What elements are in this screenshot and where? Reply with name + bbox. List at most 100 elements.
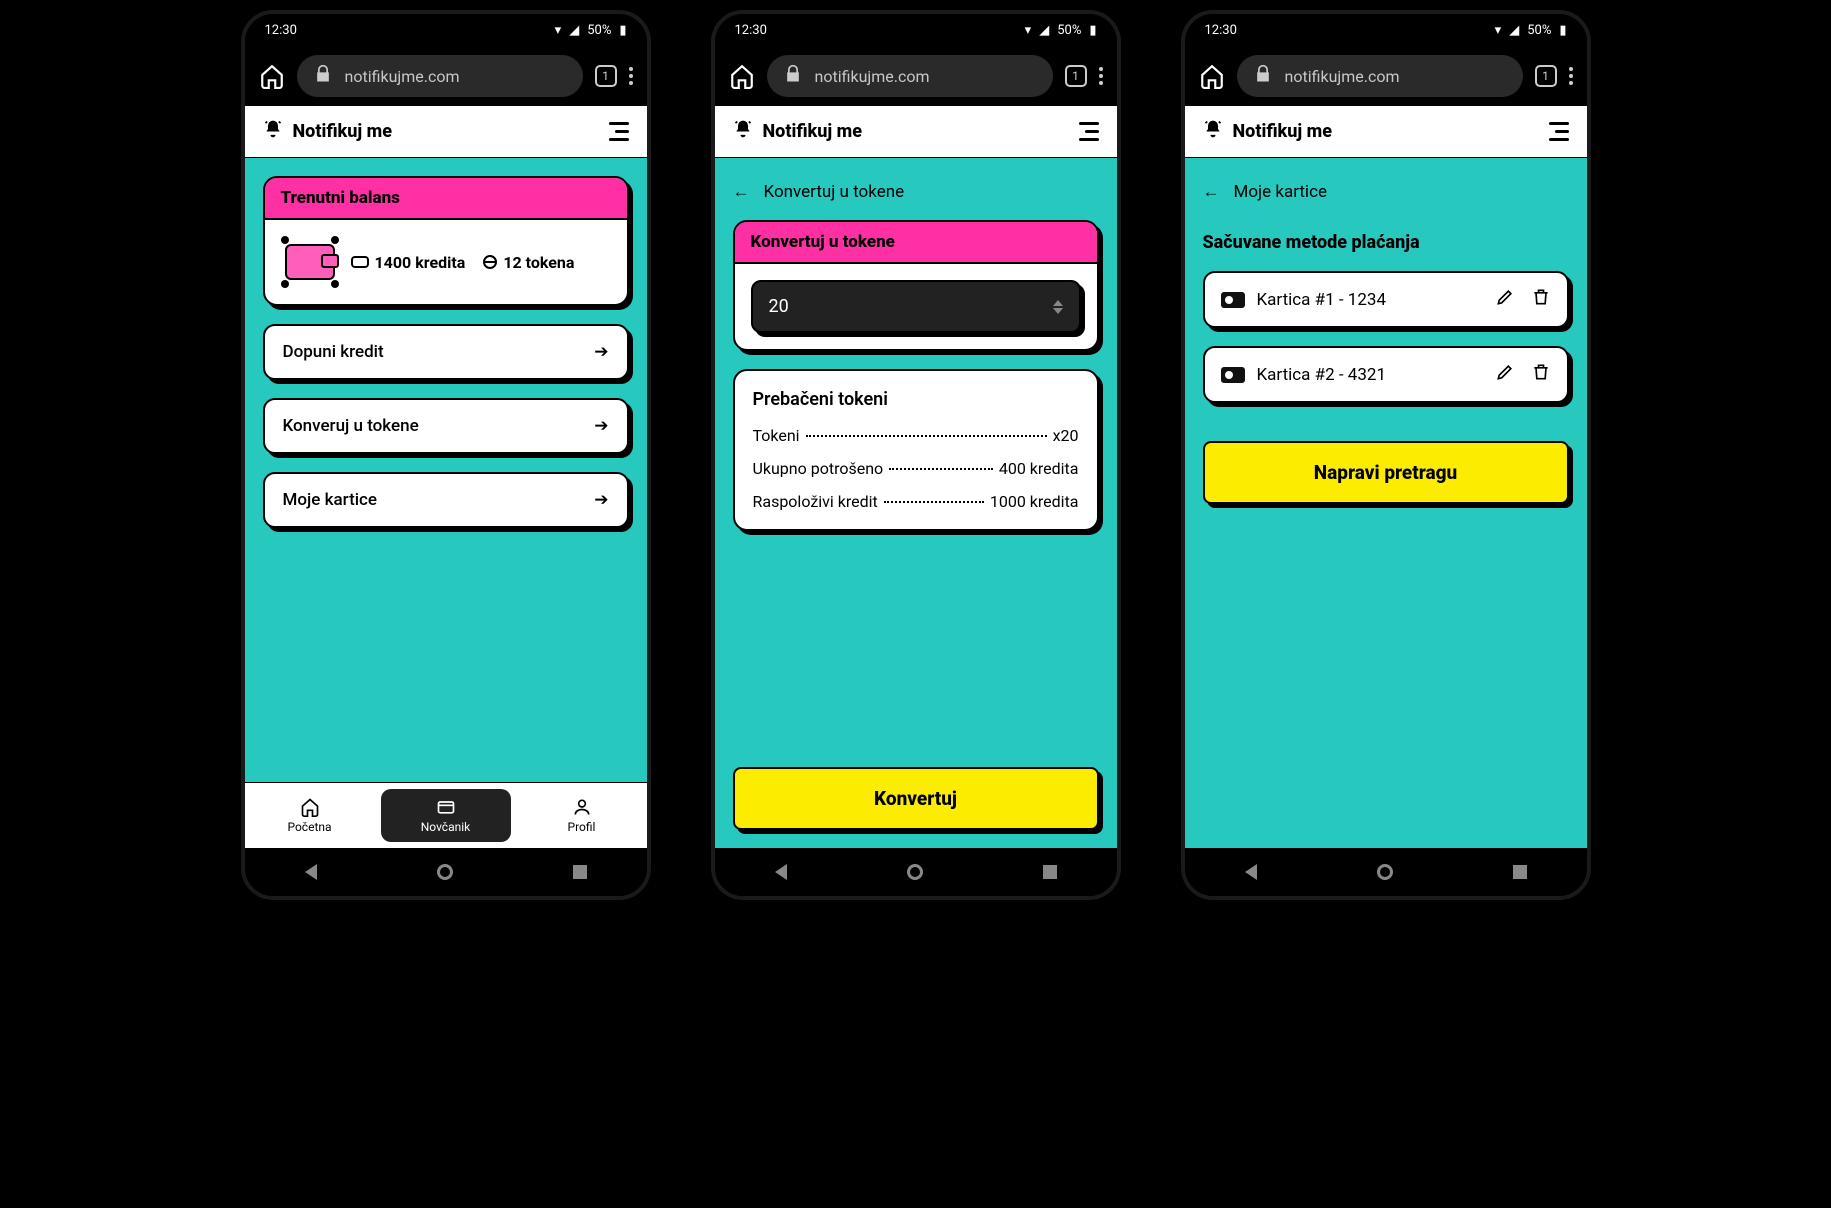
input-value: 20 [769, 296, 789, 317]
status-right: ▾ ◢ 50% ▮ [555, 23, 627, 38]
back-button[interactable]: ← Moje kartice [1203, 182, 1569, 202]
wallet-screen: Trenutni balans 1400 kredita 12 tokena D… [245, 158, 647, 782]
menu-button[interactable] [1079, 122, 1099, 141]
convert-screen: ← Konvertuj u tokene Konvertuj u tokene … [715, 158, 1117, 848]
bell-icon [733, 119, 753, 144]
summary-row-available: Raspoloživi kredit 1000 kredita [753, 492, 1079, 511]
overflow-menu-icon[interactable] [1099, 67, 1103, 85]
summary-card: Prebačeni tokeni Tokeni x20 Ukupno potro… [733, 369, 1099, 531]
url-text: notifikujme.com [815, 67, 930, 86]
menu-button[interactable] [1549, 122, 1569, 141]
convert-card-title: Konvertuj u tokene [735, 222, 1097, 264]
bottom-nav: Početna Novčanik Profil [245, 782, 647, 848]
url-bar[interactable]: notifikujme.com [767, 55, 1053, 97]
balance-values: 1400 kredita 12 tokena [351, 253, 575, 272]
home-icon[interactable] [259, 63, 285, 89]
saved-card-2[interactable]: Kartica #2 - 4321 [1203, 346, 1569, 403]
url-bar[interactable]: notifikujme.com [1237, 55, 1523, 97]
status-bar: 12:30 ▾◢50%▮ [715, 14, 1117, 46]
signal-icon: ◢ [569, 23, 579, 38]
edit-icon[interactable] [1495, 362, 1515, 387]
app-header: Notifikuj me [1185, 106, 1587, 158]
nav-profile-label: Profil [568, 820, 596, 834]
phone-convert-screen: 12:30 ▾◢50%▮ notifikujme.com 1 Notifikuj… [711, 10, 1121, 900]
balance-card: Trenutni balans 1400 kredita 12 tokena [263, 176, 629, 306]
android-nav-bar [1185, 848, 1587, 896]
recents-icon[interactable] [1043, 865, 1057, 879]
convert-card: Konvertuj u tokene 20 [733, 220, 1099, 351]
token-amount: 12 tokena [503, 253, 574, 272]
summary-row-spent: Ukupno potrošeno 400 kredita [753, 459, 1079, 478]
back-button[interactable]: ← Konvertuj u tokene [733, 182, 1099, 202]
status-time: 12:30 [1205, 23, 1237, 38]
battery-label: 50% [587, 23, 611, 38]
status-bar: 12:30 ▾ ◢ 50% ▮ [245, 14, 647, 46]
convert-cta-button[interactable]: Konvertuj [733, 767, 1099, 830]
card-icon [1221, 292, 1245, 308]
home-icon[interactable] [1199, 63, 1225, 89]
token-amount-input[interactable]: 20 [751, 280, 1081, 333]
phone-cards-screen: 12:30 ▾◢50%▮ notifikujme.com 1 Notifikuj… [1181, 10, 1591, 900]
android-nav-bar [715, 848, 1117, 896]
cards-screen: ← Moje kartice Sačuvane metode plaćanja … [1185, 158, 1587, 848]
lock-icon [1253, 64, 1273, 88]
home-icon[interactable] [729, 63, 755, 89]
url-text: notifikujme.com [1285, 67, 1400, 86]
back-icon[interactable] [1245, 864, 1257, 880]
arrow-left-icon: ← [1203, 182, 1220, 202]
trash-icon[interactable] [1531, 287, 1551, 312]
saved-card-1[interactable]: Kartica #1 - 1234 [1203, 271, 1569, 328]
overflow-menu-icon[interactable] [1569, 67, 1573, 85]
app-title: Notifikuj me [293, 121, 392, 142]
menu-button[interactable] [609, 122, 629, 141]
topup-button[interactable]: Dopuni kredit ➔ [263, 324, 629, 380]
browser-toolbar: notifikujme.com 1 [245, 46, 647, 106]
lock-icon [313, 64, 333, 88]
recents-icon[interactable] [1513, 865, 1527, 879]
home-circle-icon[interactable] [437, 864, 453, 880]
tabs-button[interactable]: 1 [595, 65, 617, 87]
status-time: 12:30 [735, 23, 767, 38]
android-nav-bar [245, 848, 647, 896]
cta-label: Konvertuj [874, 787, 957, 810]
nav-home[interactable]: Početna [245, 783, 375, 848]
cta-label: Napravi pretragu [1314, 461, 1457, 484]
back-label: Moje kartice [1234, 182, 1327, 202]
status-time: 12:30 [265, 23, 297, 38]
home-circle-icon[interactable] [1377, 864, 1393, 880]
battery-icon: ▮ [619, 23, 626, 38]
nav-wallet[interactable]: Novčanik [381, 789, 511, 842]
overflow-menu-icon[interactable] [629, 67, 633, 85]
url-text: notifikujme.com [345, 67, 460, 86]
token-icon [483, 255, 497, 269]
url-bar[interactable]: notifikujme.com [297, 55, 583, 97]
credit-amount: 1400 kredita [375, 253, 466, 272]
balance-body: 1400 kredita 12 tokena [265, 220, 627, 304]
recents-icon[interactable] [573, 865, 587, 879]
bell-icon [263, 119, 283, 144]
trash-icon[interactable] [1531, 362, 1551, 387]
home-circle-icon[interactable] [907, 864, 923, 880]
phone-wallet-screen: 12:30 ▾ ◢ 50% ▮ notifikujme.com 1 Notifi… [241, 10, 651, 900]
back-label: Konvertuj u tokene [764, 182, 905, 202]
wifi-icon: ▾ [555, 23, 562, 38]
stepper-icon[interactable] [1053, 300, 1063, 314]
balance-title: Trenutni balans [265, 178, 627, 220]
nav-home-label: Početna [287, 820, 331, 834]
topup-label: Dopuni kredit [283, 342, 384, 362]
cards-label: Moje kartice [283, 490, 378, 510]
back-icon[interactable] [305, 864, 317, 880]
card-icon [1221, 367, 1245, 383]
my-cards-button[interactable]: Moje kartice ➔ [263, 472, 629, 528]
card-name: Kartica #1 - 1234 [1257, 290, 1387, 310]
edit-icon[interactable] [1495, 287, 1515, 312]
bell-icon [1203, 119, 1223, 144]
create-search-button[interactable]: Napravi pretragu [1203, 441, 1569, 504]
tabs-button[interactable]: 1 [1065, 65, 1087, 87]
wallet-icon [281, 240, 337, 284]
convert-button[interactable]: Konveruj u tokene ➔ [263, 398, 629, 454]
back-icon[interactable] [775, 864, 787, 880]
lock-icon [783, 64, 803, 88]
nav-profile[interactable]: Profil [517, 783, 647, 848]
tabs-button[interactable]: 1 [1535, 65, 1557, 87]
